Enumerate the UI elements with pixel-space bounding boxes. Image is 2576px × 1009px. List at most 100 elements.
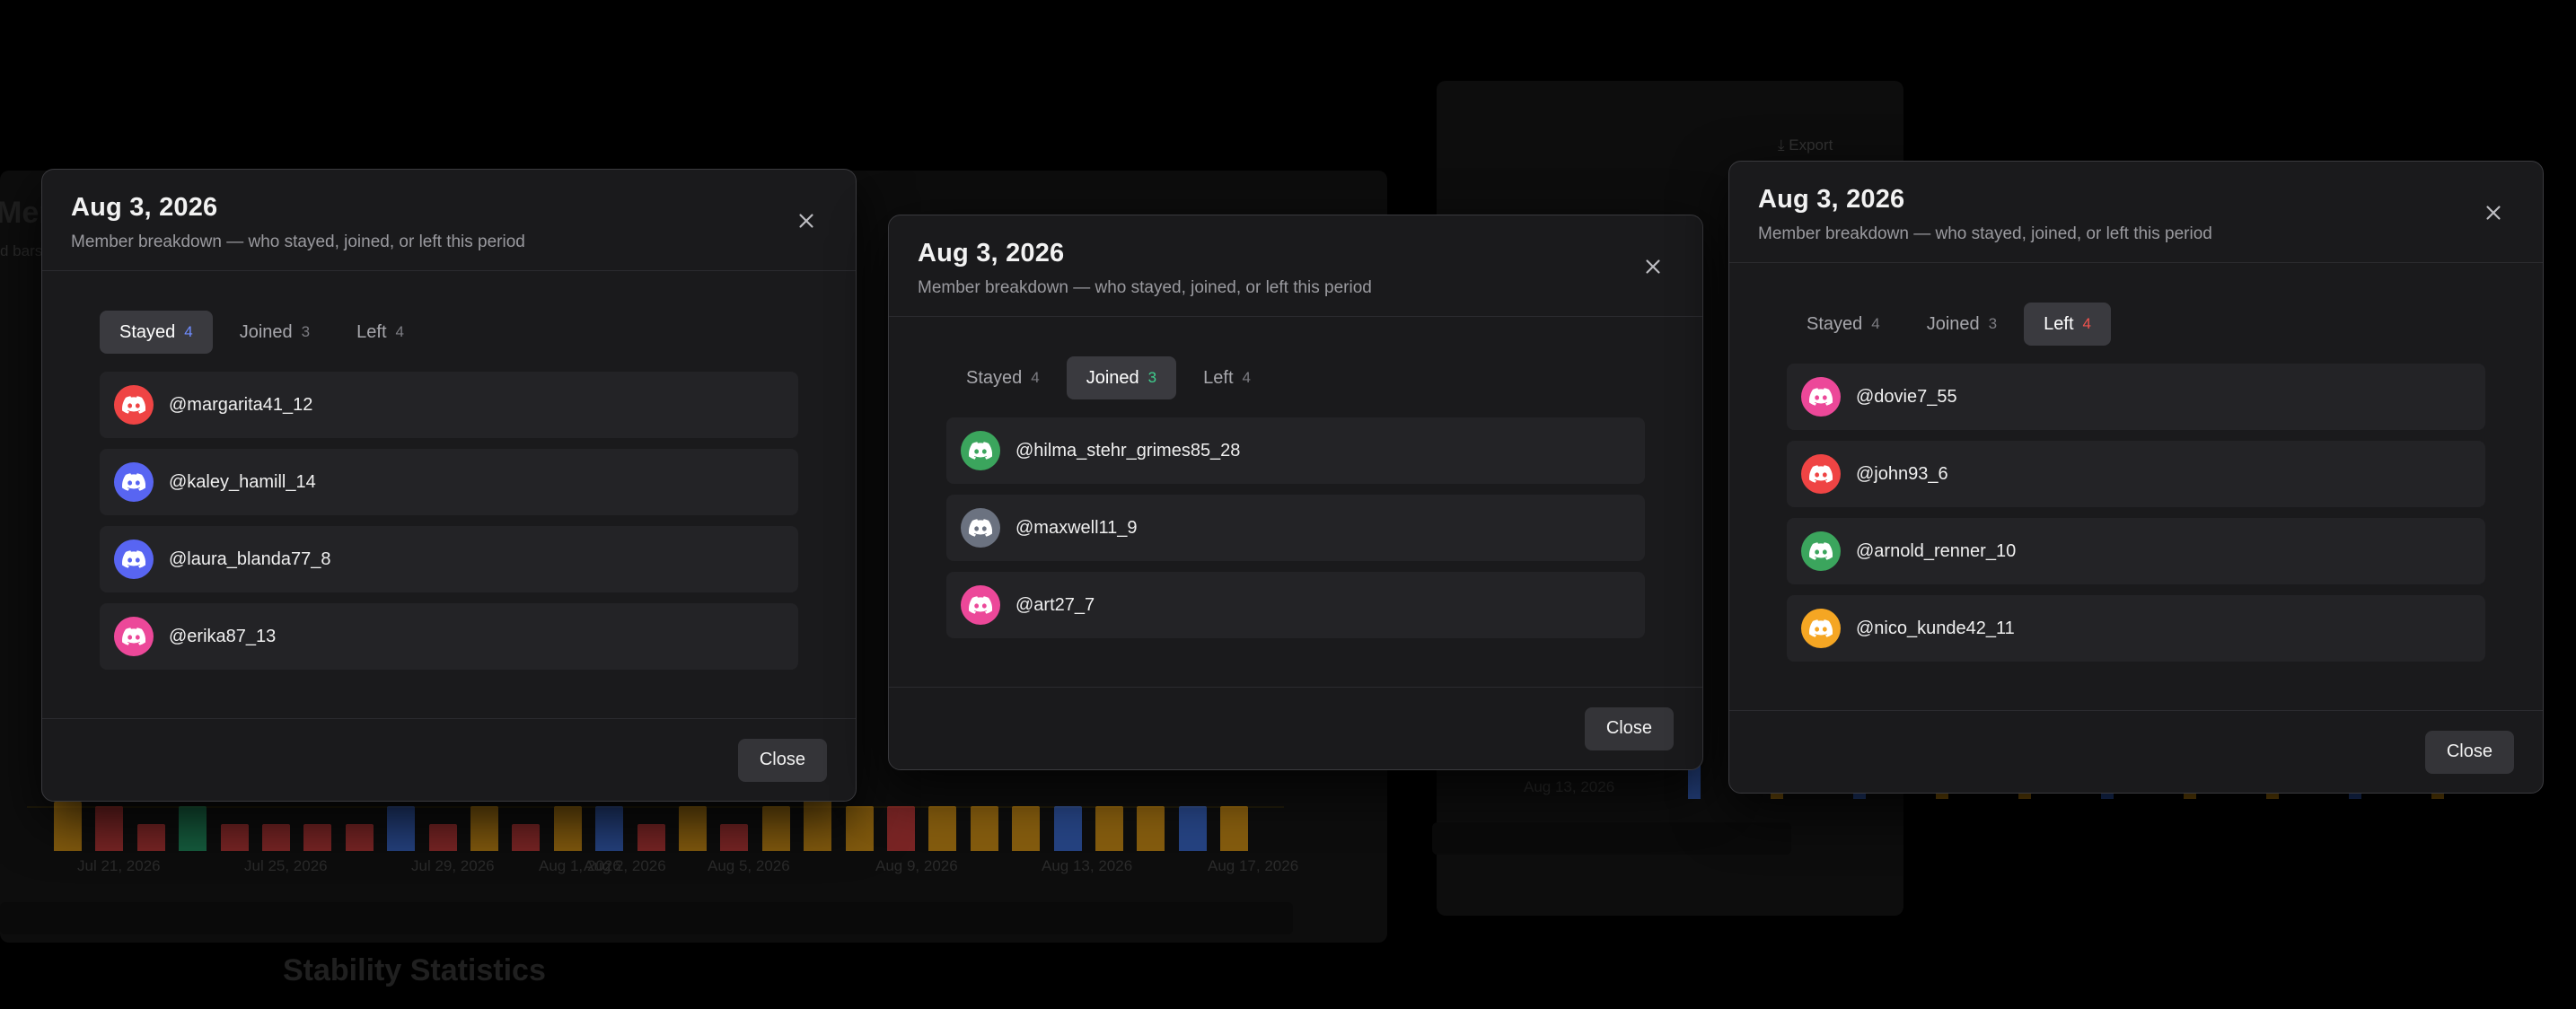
screen: Membe d bars ⤓ Export Jul 21, 2026 Jul 2… — [0, 0, 2576, 1009]
background-bar — [470, 806, 498, 851]
section-title: Stability Statistics — [283, 953, 546, 987]
discord-icon — [969, 519, 992, 537]
date-tick: Jul 25, 2026 — [244, 857, 328, 874]
dialog-title: Aug 3, 2026 — [71, 193, 218, 222]
background-bar — [136, 824, 165, 851]
avatar — [1801, 531, 1841, 571]
tab-label: Joined — [1926, 313, 1980, 334]
tab-stayed[interactable]: Stayed 4 — [100, 311, 213, 354]
background-scrollbar-right[interactable] — [1432, 822, 1791, 855]
background-bar — [1053, 806, 1082, 851]
tab-stayed[interactable]: Stayed 4 — [946, 356, 1059, 399]
background-scrollbar[interactable] — [0, 902, 1293, 934]
discord-icon — [969, 442, 992, 460]
discord-icon — [1809, 619, 1833, 637]
member-username: @arnold_renner_10 — [1856, 540, 2017, 561]
tab-count-badge: 4 — [1242, 369, 1251, 386]
member-username: @erika87_13 — [169, 626, 277, 646]
tab-count-badge: 4 — [184, 323, 193, 340]
tab-left[interactable]: Left 4 — [1183, 356, 1270, 399]
background-bar — [887, 806, 915, 851]
member-list-item[interactable]: @kaley_hamill_14 — [100, 449, 798, 515]
background-bar — [262, 824, 290, 851]
tab-stayed[interactable]: Stayed 4 — [1787, 303, 1900, 346]
member-list-item[interactable]: @nico_kunde42_11 — [1787, 595, 2485, 662]
background-bar — [303, 824, 332, 851]
avatar — [114, 540, 154, 579]
close-button[interactable]: Close — [1584, 706, 1674, 750]
member-list-item[interactable]: @arnold_renner_10 — [1787, 518, 2485, 584]
tab-count-badge: 4 — [1031, 369, 1040, 386]
background-bar — [1137, 806, 1165, 851]
tab-label: Left — [356, 321, 387, 342]
member-breakdown-dialog-stayed: Aug 3, 2026 Member breakdown — who staye… — [41, 169, 857, 802]
avatar — [961, 585, 1000, 625]
background-bar — [512, 824, 541, 851]
tab-count-badge: 4 — [1871, 315, 1880, 332]
tab-left[interactable]: Left 4 — [337, 311, 424, 354]
dialog-subtitle: Member breakdown — who stayed, joined, o… — [1758, 224, 2212, 243]
tab-label: Joined — [1086, 367, 1139, 388]
member-list-item[interactable]: @erika87_13 — [100, 603, 798, 670]
date-tick: Aug 13, 2026 — [1524, 778, 1615, 795]
member-list-item[interactable]: @maxwell11_9 — [946, 495, 1645, 561]
discord-icon — [969, 596, 992, 614]
dialog-body: Stayed 4 Joined 3 Left 4 @margarita41_12… — [42, 271, 856, 718]
avatar — [961, 431, 1000, 470]
dialog-header: Aug 3, 2026 Member breakdown — who staye… — [42, 170, 856, 271]
background-bar — [1178, 806, 1207, 851]
member-list: @dovie7_55 @john93_6 @arnold_renner_10 @… — [1787, 364, 2485, 662]
date-tick: Jul 21, 2026 — [77, 857, 161, 874]
member-username: @laura_blanda77_8 — [169, 548, 331, 569]
background-bar — [95, 806, 124, 851]
close-button[interactable]: Close — [737, 738, 827, 782]
background-bar — [761, 806, 790, 851]
background-subtext: d bars — [0, 242, 43, 259]
discord-icon — [122, 550, 145, 568]
download-icon: ⤓ — [1778, 136, 1789, 154]
close-icon[interactable] — [1641, 255, 1665, 278]
discord-icon — [1809, 542, 1833, 560]
background-bar — [345, 824, 374, 851]
background-bar — [1220, 806, 1249, 851]
date-tick: Aug 2, 2026 — [584, 857, 666, 874]
tab-label: Left — [2044, 313, 2074, 334]
tab-joined[interactable]: Joined 3 — [1066, 356, 1177, 399]
background-bar — [179, 806, 207, 851]
tab-left[interactable]: Left 4 — [2024, 303, 2111, 346]
tab-label: Stayed — [1807, 313, 1863, 334]
date-tick: Aug 5, 2026 — [708, 857, 790, 874]
member-username: @dovie7_55 — [1856, 386, 1957, 407]
tab-count-badge: 3 — [301, 323, 311, 340]
avatar — [114, 462, 154, 502]
member-list-item[interactable]: @laura_blanda77_8 — [100, 526, 798, 592]
dialog-body: Stayed 4 Joined 3 Left 4 @dovie7_55 @joh… — [1729, 263, 2543, 710]
dialog-subtitle: Member breakdown — who stayed, joined, o… — [71, 233, 525, 251]
dialog-title: Aug 3, 2026 — [1758, 185, 1905, 214]
export-button[interactable]: ⤓ Export — [1778, 136, 1833, 154]
discord-icon — [1809, 388, 1833, 406]
member-list-item[interactable]: @margarita41_12 — [100, 372, 798, 438]
tab-joined[interactable]: Joined 3 — [1907, 303, 2017, 346]
member-list-item[interactable]: @dovie7_55 — [1787, 364, 2485, 430]
tab-label: Joined — [239, 321, 293, 342]
dialog-footer: Close — [889, 687, 1702, 769]
avatar — [1801, 609, 1841, 648]
discord-icon — [122, 396, 145, 414]
close-icon[interactable] — [2482, 201, 2505, 224]
member-list-item[interactable]: @art27_7 — [946, 572, 1645, 638]
close-icon[interactable] — [795, 209, 818, 233]
member-username: @maxwell11_9 — [1015, 517, 1138, 538]
tab-label: Left — [1203, 367, 1234, 388]
member-list-item[interactable]: @john93_6 — [1787, 441, 2485, 507]
dialog-subtitle: Member breakdown — who stayed, joined, o… — [918, 278, 1372, 297]
member-list-item[interactable]: @hilma_stehr_grimes85_28 — [946, 417, 1645, 484]
background-bar — [220, 824, 249, 851]
background-bar — [595, 806, 624, 851]
avatar — [114, 385, 154, 425]
discord-icon — [122, 627, 145, 645]
tab-count-badge: 4 — [395, 323, 404, 340]
member-username: @hilma_stehr_grimes85_28 — [1015, 440, 1241, 461]
tab-joined[interactable]: Joined 3 — [220, 311, 330, 354]
close-button[interactable]: Close — [2424, 730, 2514, 774]
